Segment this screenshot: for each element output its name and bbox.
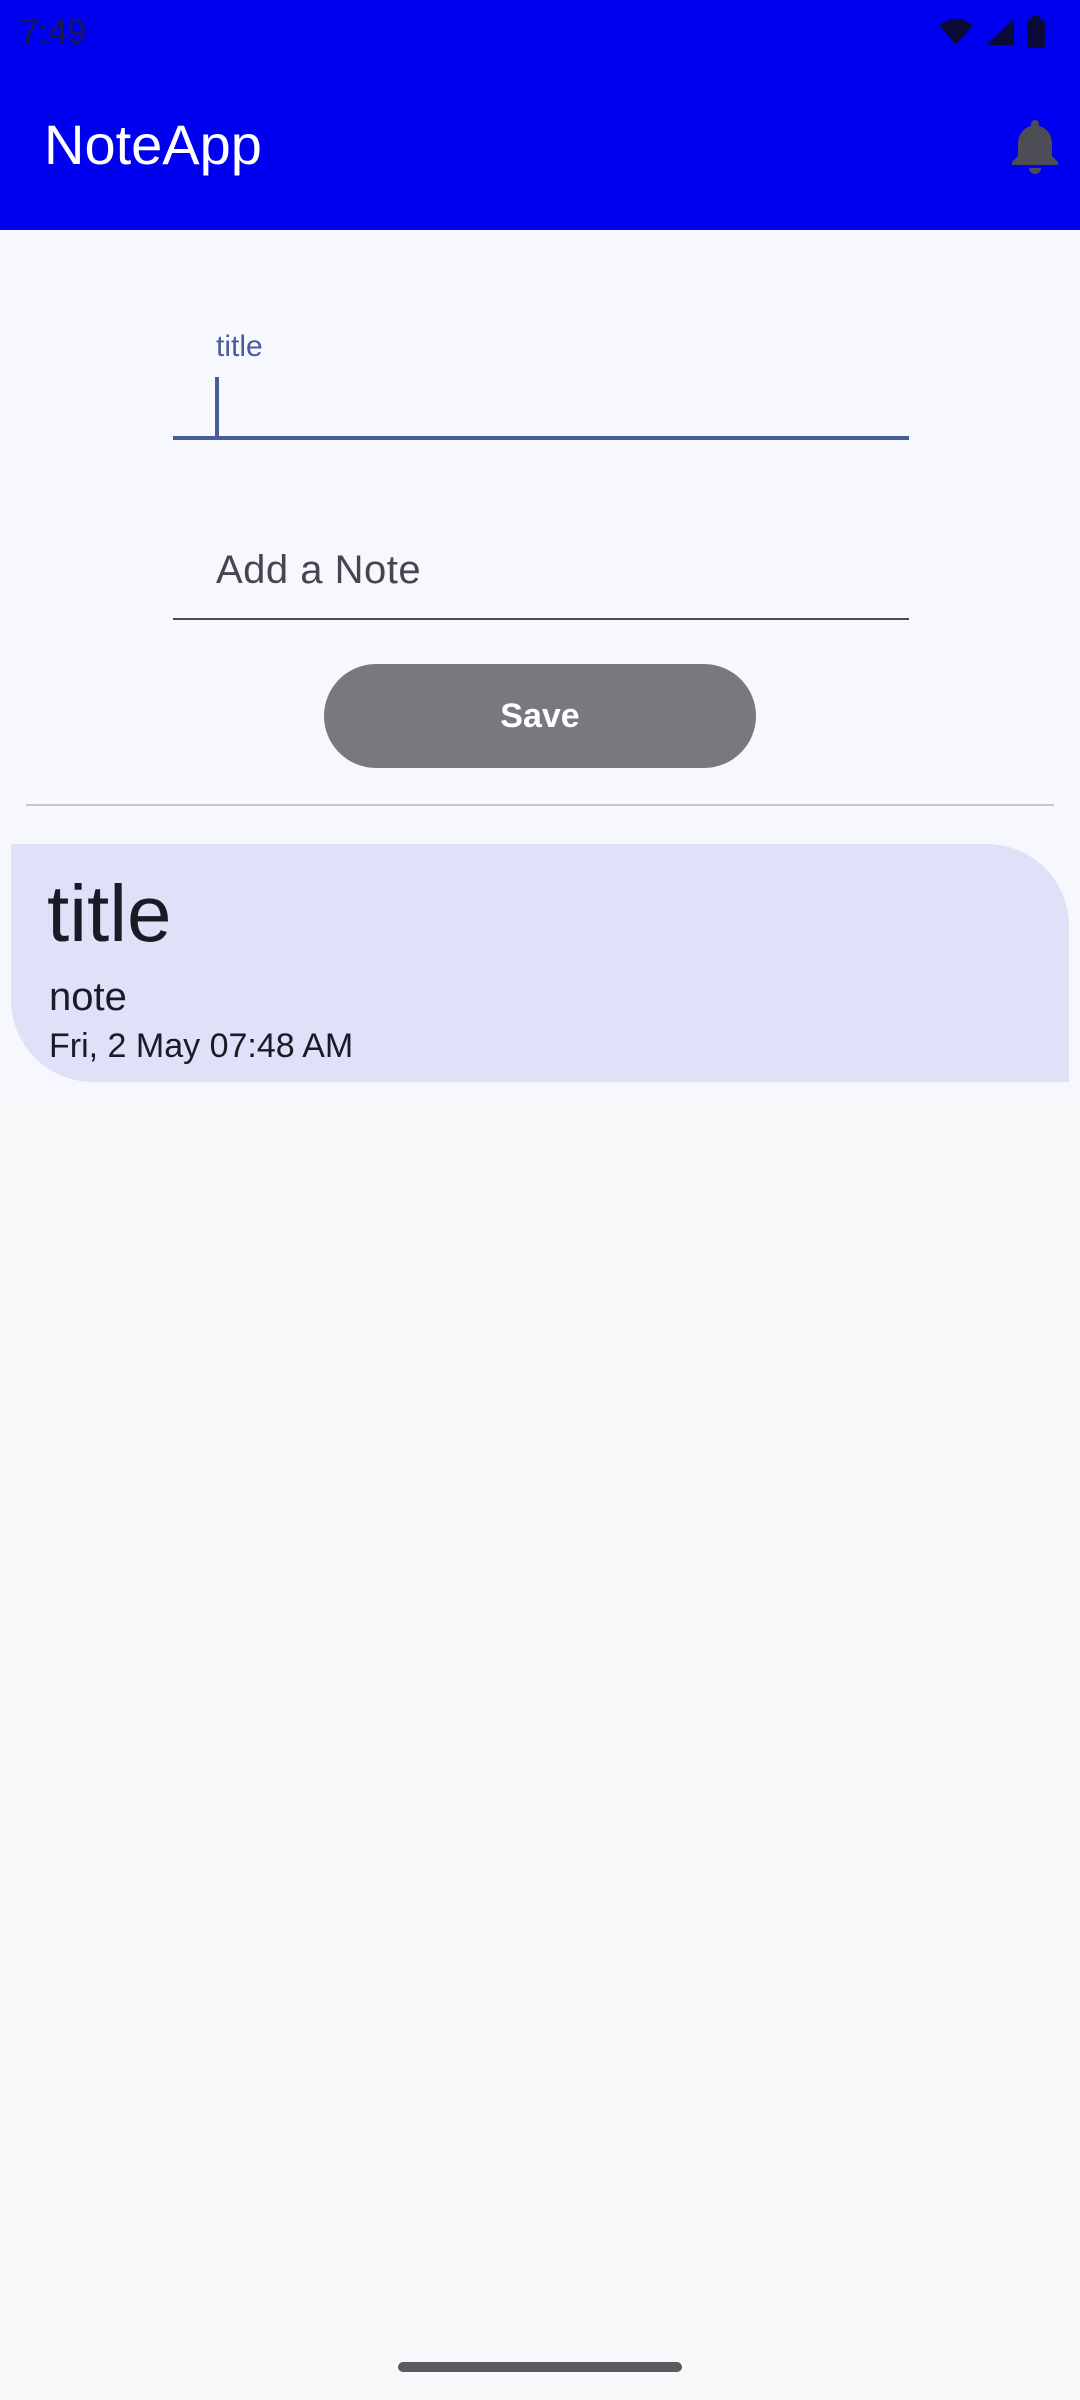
text-cursor bbox=[215, 377, 219, 437]
status-time: 7:49 bbox=[20, 13, 87, 51]
signal-icon bbox=[986, 19, 1014, 45]
note-card-body: note bbox=[49, 975, 127, 1019]
note-input-placeholder: Add a Note bbox=[216, 548, 422, 592]
notification-bell-icon[interactable] bbox=[1010, 118, 1060, 174]
battery-icon bbox=[1027, 16, 1045, 48]
note-form: title Add a Note Save title note Fri, 2 … bbox=[0, 230, 1080, 1092]
title-input[interactable]: title bbox=[173, 280, 909, 440]
save-button[interactable]: Save bbox=[324, 664, 756, 768]
note-card-date: Fri, 2 May 07:48 AM bbox=[49, 1027, 354, 1065]
note-card[interactable]: title note Fri, 2 May 07:48 AM bbox=[11, 844, 1069, 1082]
divider bbox=[26, 804, 1054, 806]
title-input-label: title bbox=[216, 330, 263, 363]
home-indicator[interactable] bbox=[398, 2362, 682, 2372]
wifi-icon bbox=[939, 19, 973, 45]
app-bar: 7:49 NoteApp bbox=[0, 0, 1080, 230]
status-icons bbox=[938, 12, 1046, 52]
note-input[interactable]: Add a Note bbox=[173, 492, 909, 620]
note-card-title: title bbox=[47, 869, 172, 958]
app-title: NoteApp bbox=[44, 113, 262, 176]
